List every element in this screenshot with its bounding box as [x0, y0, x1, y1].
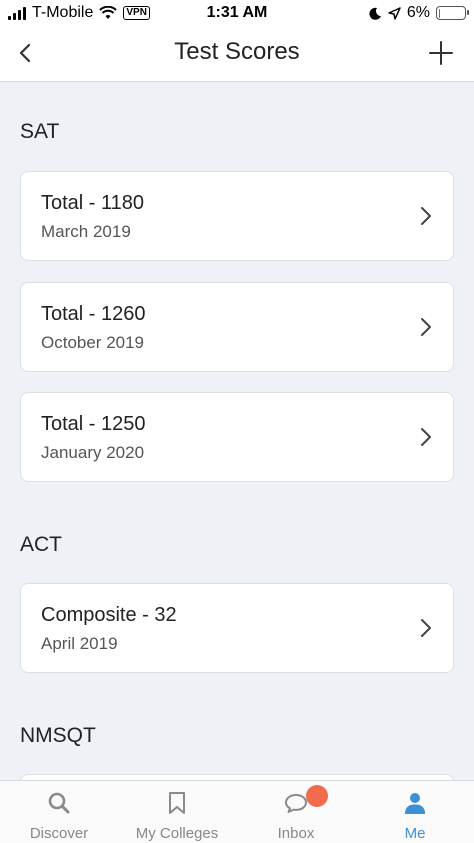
- chevron-right-icon: [421, 619, 431, 637]
- chevron-right-icon: [421, 428, 431, 446]
- person-icon: [405, 793, 425, 814]
- plus-icon: [429, 41, 453, 65]
- status-right: 6%: [369, 4, 469, 22]
- score-card[interactable]: Total - 1180 March 2019: [20, 171, 454, 261]
- tab-inbox[interactable]: Inbox: [237, 781, 355, 843]
- battery-icon: [436, 6, 469, 20]
- score-title: Total - 1180: [41, 192, 145, 214]
- score-date: April 2019: [41, 634, 118, 653]
- tab-label: My Colleges: [135, 825, 219, 842]
- chevron-right-icon: [421, 318, 431, 336]
- nav-header: Test Scores: [0, 28, 474, 82]
- section-title-sat: SAT: [20, 120, 60, 143]
- tab-discover[interactable]: Discover: [0, 781, 118, 843]
- tab-my-colleges[interactable]: My Colleges: [118, 781, 236, 843]
- tab-label: Me: [404, 825, 426, 842]
- score-date: January 2020: [41, 443, 145, 462]
- score-title: Total - 1250: [41, 413, 146, 435]
- chat-bubble-icon: [285, 794, 307, 813]
- score-card[interactable]: Total - 1260 October 2019: [20, 282, 454, 372]
- score-card[interactable]: Total - 1250 January 2020: [20, 392, 454, 482]
- battery-percent: 6%: [406, 4, 430, 21]
- page-title: Test Scores: [174, 38, 300, 65]
- tab-me[interactable]: Me: [356, 781, 474, 843]
- score-date: October 2019: [41, 333, 145, 352]
- moon-icon: [369, 7, 381, 20]
- scores-list[interactable]: SAT Total - 1180 March 2019 Total - 1260…: [0, 82, 474, 780]
- location-arrow-icon: [388, 6, 401, 20]
- tab-bar: Discover My Colleges Inbox Me: [0, 780, 474, 843]
- tab-label: Inbox: [277, 825, 315, 842]
- notification-badge: [306, 785, 328, 807]
- tab-label: Discover: [29, 825, 89, 842]
- status-bar: T-Mobile VPN 1:31 AM 6%: [0, 0, 474, 28]
- score-card[interactable]: Composite - 32 April 2019: [20, 583, 454, 673]
- section-title-nmsqt: NMSQT: [20, 724, 96, 747]
- search-icon: [48, 792, 70, 814]
- score-title: Composite - 32: [41, 604, 177, 626]
- chevron-right-icon: [421, 207, 431, 225]
- score-date: March 2019: [41, 222, 131, 241]
- score-title: Total - 1260: [41, 303, 146, 325]
- section-title-act: ACT: [20, 533, 62, 556]
- bookmark-icon: [169, 792, 185, 814]
- add-score-button[interactable]: [428, 40, 454, 66]
